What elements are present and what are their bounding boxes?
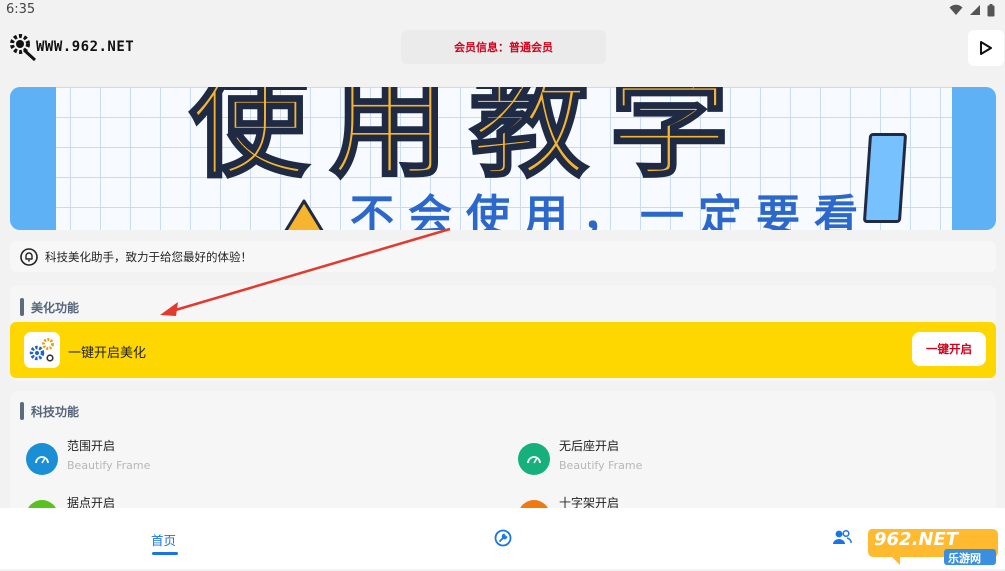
watermark-subtext: 乐游网 bbox=[948, 552, 981, 565]
nav-tools-tab[interactable] bbox=[494, 529, 512, 551]
section-accent-bar bbox=[20, 402, 24, 420]
wifi-icon bbox=[949, 4, 963, 15]
banner-left-stripe bbox=[10, 87, 56, 230]
gears-icon bbox=[24, 332, 60, 368]
section-header: 美化功能 bbox=[20, 298, 79, 316]
status-time: 6:35 bbox=[6, 2, 36, 17]
speedometer-icon bbox=[518, 443, 550, 475]
beautify-item-label: 一键开启美化 bbox=[68, 346, 147, 361]
nav-active-indicator bbox=[152, 552, 178, 555]
watermark-logo: 962.NET 乐游网 bbox=[866, 521, 1000, 567]
banner-subtitle: 不会使用，一定要看 bbox=[350, 191, 872, 231]
warning-icon bbox=[284, 199, 324, 230]
tools-icon bbox=[494, 529, 512, 547]
status-bar: 6:35 bbox=[0, 0, 1005, 20]
logo-text: WWW.962.NET bbox=[36, 39, 135, 55]
feature-range-enable[interactable]: 范围开启 Beautify Frame bbox=[26, 437, 326, 483]
watermark-text: 962.NET bbox=[874, 529, 959, 550]
feature-no-recoil-enable[interactable]: 无后座开启 Beautify Frame bbox=[518, 437, 818, 483]
feature-name: 无后座开启 bbox=[559, 439, 620, 453]
gear-logo-icon bbox=[10, 34, 37, 62]
app-header: WWW.962.NET 会员信息：普通会员 bbox=[0, 20, 1005, 78]
status-icons bbox=[949, 3, 995, 17]
battery-icon bbox=[987, 3, 995, 16]
feature-subtitle: Beautify Frame bbox=[559, 459, 643, 472]
section-title: 科技功能 bbox=[31, 404, 80, 419]
site-logo: WWW.962.NET bbox=[8, 32, 134, 62]
bell-icon bbox=[20, 247, 38, 266]
nav-profile-tab[interactable] bbox=[832, 529, 852, 549]
exclamation-mark-graphic bbox=[862, 133, 908, 223]
member-info-text: 会员信息：普通会员 bbox=[454, 41, 553, 54]
section-accent-bar bbox=[20, 298, 24, 316]
banner-right-stripe bbox=[952, 87, 996, 230]
member-info-badge[interactable]: 会员信息：普通会员 bbox=[401, 30, 606, 64]
play-button[interactable] bbox=[968, 30, 1004, 66]
one-key-enable-button[interactable]: 一键开启 bbox=[912, 332, 986, 366]
one-key-beautify-row[interactable]: 一键开启美化 一键开启 bbox=[10, 322, 996, 378]
signal-icon bbox=[970, 5, 980, 15]
nav-home-tab[interactable]: 首页 bbox=[151, 530, 176, 549]
users-icon bbox=[833, 529, 852, 544]
feature-subtitle: Beautify Frame bbox=[67, 459, 151, 472]
feature-name: 范围开启 bbox=[67, 439, 116, 453]
banner-title: 使用教学 bbox=[188, 87, 751, 193]
speedometer-icon bbox=[26, 443, 58, 475]
tutorial-banner[interactable]: 使用教学 不会使用，一定要看 bbox=[10, 87, 996, 230]
notice-text: 科技美化助手，致力于给您最好的体验！ bbox=[45, 249, 252, 264]
bottom-navigation: 首页 bbox=[0, 508, 1005, 569]
section-header: 科技功能 bbox=[20, 402, 79, 420]
section-title: 美化功能 bbox=[31, 300, 80, 315]
play-icon bbox=[980, 41, 992, 55]
notice-bar: 科技美化助手，致力于给您最好的体验！ bbox=[10, 241, 996, 272]
